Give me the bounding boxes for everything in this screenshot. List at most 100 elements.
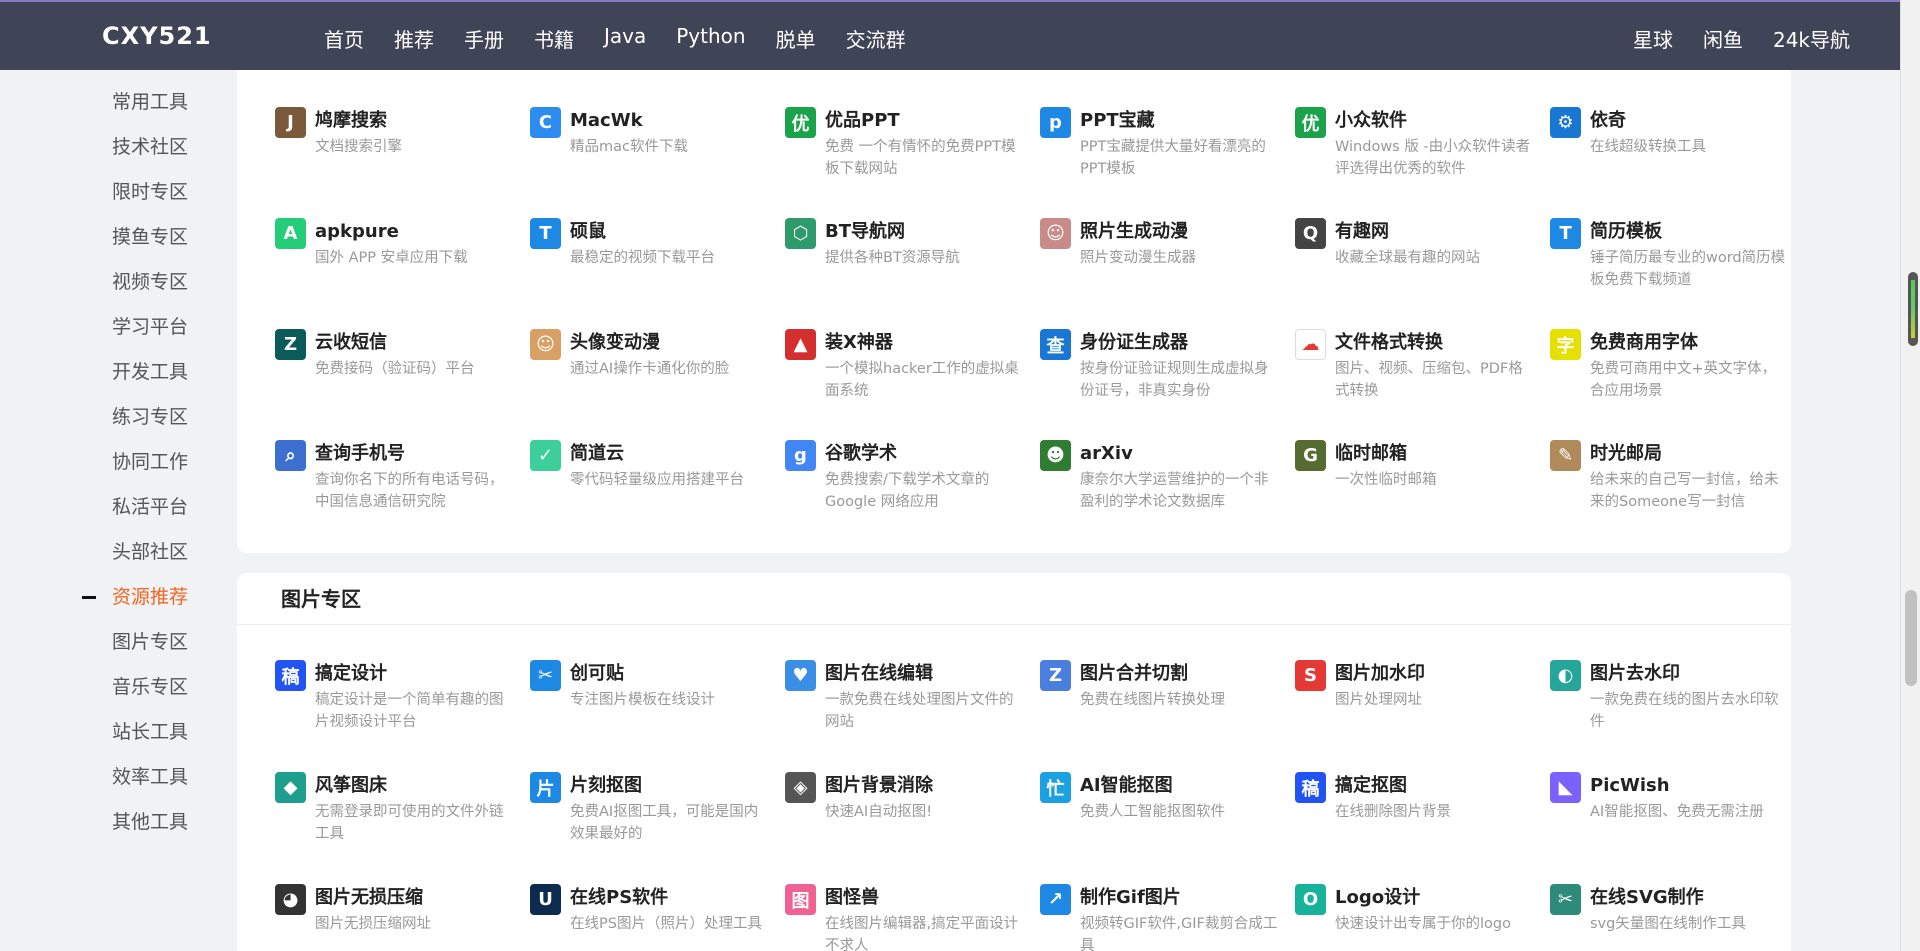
resource-card[interactable]: U 在线PS软件 在线PS图片（照片）处理工具 bbox=[530, 884, 785, 951]
resource-card[interactable]: ☁ 文件格式转换 图片、视频、压缩包、PDF格式转换 bbox=[1295, 329, 1550, 440]
resource-card[interactable]: Aapkpure 国外 APP 安卓应用下载 bbox=[275, 218, 530, 329]
resource-card[interactable]: Z 云收短信 免费接码（验证码）平台 bbox=[275, 329, 530, 440]
sidebar-item[interactable]: 效率工具 bbox=[0, 757, 200, 802]
resource-desc: 免费 一个有情怀的免费PPT模板下载网站 bbox=[825, 139, 1016, 177]
nav-item[interactable]: Python bbox=[676, 24, 745, 53]
resource-card[interactable]: 忙 AI智能抠图 免费人工智能抠图软件 bbox=[1040, 772, 1295, 884]
sidebar-item[interactable]: 限时专区 bbox=[0, 172, 200, 217]
resource-name: 图片在线编辑 bbox=[825, 663, 933, 684]
sidebar-item[interactable]: 视频专区 bbox=[0, 262, 200, 307]
resource-card[interactable]: G 临时邮箱 一次性临时邮箱 bbox=[1295, 440, 1550, 551]
sidebar-item[interactable]: 私活平台 bbox=[0, 487, 200, 532]
nav-item[interactable]: 交流群 bbox=[846, 24, 906, 53]
nav-item[interactable]: Java bbox=[604, 24, 646, 53]
resource-name: 谷歌学术 bbox=[825, 443, 897, 464]
nav-item[interactable]: 脱单 bbox=[776, 24, 816, 53]
resource-card[interactable]: ✎ 时光邮局 给未来的自己写一封信，给未来的Someone写一封信 bbox=[1550, 440, 1791, 551]
resource-text: 小众软件 Windows 版 -由小众软件读者评选得出优秀的软件 bbox=[1335, 107, 1535, 218]
resource-card[interactable]: 查身份证生成器 按身份证验证规则生成虚拟身份证号，非真实身份 bbox=[1040, 329, 1295, 440]
resource-card[interactable]: 稿搞定抠图 在线删除图片背景 bbox=[1295, 772, 1550, 884]
resource-card[interactable]: ⬡ BT导航网 提供各种BT资源导航 bbox=[785, 218, 1040, 329]
resource-name: 图片加水印 bbox=[1335, 663, 1425, 684]
resource-card[interactable]: 图图怪兽 在线图片编辑器,搞定平面设计不求人 bbox=[785, 884, 1040, 951]
nav-item[interactable]: 手册 bbox=[464, 24, 504, 53]
chuangkit-icon: ✂ bbox=[530, 660, 561, 691]
resource-text: 鸠摩搜索 文档搜索引擎 bbox=[315, 107, 515, 218]
nav-item[interactable]: 首页 bbox=[324, 24, 364, 53]
resource-card[interactable]: S 图片加水印 图片处理网址 bbox=[1295, 660, 1550, 772]
resource-card[interactable]: p PPT宝藏 PPT宝藏提供大量好看漂亮的PPT模板 bbox=[1040, 107, 1295, 218]
sidebar-item[interactable]: 技术社区 bbox=[0, 127, 200, 172]
resource-card[interactable]: ◆ 风筝图床 无需登录即可使用的文件外链工具 bbox=[275, 772, 530, 884]
resource-desc: 免费接码（验证码）平台 bbox=[315, 361, 475, 377]
resource-card[interactable]: ✓ 简道云 零代码轻量级应用搭建平台 bbox=[530, 440, 785, 551]
resource-card[interactable]: ✂ 在线SVG制作 svg矢量图在线制作工具 bbox=[1550, 884, 1791, 951]
resource-card[interactable]: ◈ 图片背景消除 快速AI自动抠图! bbox=[785, 772, 1040, 884]
resource-text: 照片生成动漫 照片变动漫生成器 bbox=[1080, 218, 1280, 329]
sidebar-item[interactable]: 协同工作 bbox=[0, 442, 200, 487]
resource-card[interactable]: 片片刻抠图 免费AI抠图工具，可能是国内效果最好的 bbox=[530, 772, 785, 884]
resource-card[interactable]: ◕ 图片无损压缩 图片无损压缩网址 bbox=[275, 884, 530, 951]
resource-card[interactable]: Z 图片合并切割 免费在线图片转换处理 bbox=[1040, 660, 1295, 772]
nav-item[interactable]: 推荐 bbox=[394, 24, 434, 53]
resource-name: 简历模板 bbox=[1590, 221, 1662, 242]
resource-desc: 最稳定的视频下载平台 bbox=[570, 250, 715, 266]
sidebar-item[interactable]: 练习专区 bbox=[0, 397, 200, 442]
sidebar-item[interactable]: 音乐专区 bbox=[0, 667, 200, 712]
sidebar-item[interactable]: 其他工具 bbox=[0, 802, 200, 847]
resource-text: 风筝图床 无需登录即可使用的文件外链工具 bbox=[315, 772, 515, 884]
resource-desc: 在线图片编辑器,搞定平面设计不求人 bbox=[825, 916, 1019, 951]
resource-card[interactable]: ↗ 制作Gif图片 视频转GIF软件,GIF裁剪合成工具 bbox=[1040, 884, 1295, 951]
resource-card[interactable]: ⌕ 查询手机号 查询你名下的所有电话号码，中国信息通信研究院 bbox=[275, 440, 530, 551]
resource-card[interactable]: O Logo设计 快速设计出专属于你的logo bbox=[1295, 884, 1550, 951]
resource-card[interactable]: ♥ 图片在线编辑 一款免费在线处理图片文件的网站 bbox=[785, 660, 1040, 772]
sidebar-item[interactable]: 常用工具 bbox=[0, 82, 200, 127]
resource-card[interactable]: 字免费商用字体 免费可商用中文+英文字体，合应用场景 bbox=[1550, 329, 1791, 440]
sidebar-item[interactable]: 资源推荐 bbox=[0, 577, 200, 622]
resource-desc: 免费搜索/下载学术文章的 Google 网络应用 bbox=[825, 472, 990, 510]
sidebar-item[interactable]: 头部社区 bbox=[0, 532, 200, 577]
resource-card[interactable]: 稿搞定设计 稿定设计是一个简单有趣的图片视频设计平台 bbox=[275, 660, 530, 772]
resource-card[interactable]: ⚙ 依奇 在线超级转换工具 bbox=[1550, 107, 1791, 218]
resource-card[interactable]: C MacWk 精品mac软件下载 bbox=[530, 107, 785, 218]
sidebar-item[interactable]: 开发工具 bbox=[0, 352, 200, 397]
resource-desc: 一个模拟hacker工作的虚拟桌面系统 bbox=[825, 361, 1019, 399]
sidebar-item[interactable]: 图片专区 bbox=[0, 622, 200, 667]
resource-card[interactable]: ▲ 装X神器 一个模拟hacker工作的虚拟桌面系统 bbox=[785, 329, 1040, 440]
resource-card[interactable]: Q 有趣网 收藏全球最有趣的网站 bbox=[1295, 218, 1550, 329]
resource-text: 在线SVG制作 svg矢量图在线制作工具 bbox=[1590, 884, 1790, 951]
resource-text: BT导航网 提供各种BT资源导航 bbox=[825, 218, 1025, 329]
scroll-thumb[interactable] bbox=[1905, 590, 1917, 686]
resource-card[interactable]: ☺ 头像变动漫 通过AI操作卡通化你的脸 bbox=[530, 329, 785, 440]
sidebar-item-label: 其他工具 bbox=[112, 811, 189, 833]
resource-desc: 快速AI自动抠图! bbox=[825, 804, 933, 820]
resource-card[interactable]: T 简历模板 锤子简历最专业的word简历模板免费下载频道 bbox=[1550, 218, 1791, 329]
resource-card[interactable]: ◐ 图片去水印 一款免费在线的图片去水印软件 bbox=[1550, 660, 1791, 772]
resource-card[interactable]: T 硕鼠 最稳定的视频下载平台 bbox=[530, 218, 785, 329]
resource-card[interactable]: 优小众软件 Windows 版 -由小众软件读者评选得出优秀的软件 bbox=[1295, 107, 1550, 218]
resource-card[interactable]: ☻ arXiv 康奈尔大学运营维护的一个非盈利的学术论文数据库 bbox=[1040, 440, 1295, 551]
sidebar-item[interactable]: 学习平台 bbox=[0, 307, 200, 352]
site-logo[interactable]: CXY521 bbox=[102, 22, 212, 50]
resources-grid: J 鸠摩搜索 文档搜索引擎 C MacWk 精品mac软件下载优优品PPT 免费 一个有情怀… bbox=[237, 70, 1791, 551]
resource-text: 云收短信 免费接码（验证码）平台 bbox=[315, 329, 515, 440]
resource-card[interactable]: ◣ PicWish AI智能抠图、免费无需注册 bbox=[1550, 772, 1791, 884]
nav-item-right[interactable]: 闲鱼 bbox=[1703, 24, 1743, 53]
tuguaishou-icon: 图 bbox=[785, 884, 816, 915]
avatar-anime-icon: ☺ bbox=[530, 329, 561, 360]
sidebar-item-label: 学习平台 bbox=[112, 316, 189, 338]
resource-text: AI智能抠图 免费人工智能抠图软件 bbox=[1080, 772, 1280, 884]
nav-item[interactable]: 书籍 bbox=[534, 24, 574, 53]
nav-item-right[interactable]: 24k导航 bbox=[1773, 24, 1850, 53]
resource-card[interactable]: J 鸠摩搜索 文档搜索引擎 bbox=[275, 107, 530, 218]
resource-name: 临时邮箱 bbox=[1335, 443, 1407, 464]
sidebar-item[interactable]: 摸鱼专区 bbox=[0, 217, 200, 262]
resource-card[interactable]: ☺ 照片生成动漫 照片变动漫生成器 bbox=[1040, 218, 1295, 329]
resource-card[interactable]: 优优品PPT 免费 一个有情怀的免费PPT模板下载网站 bbox=[785, 107, 1040, 218]
sidebar-item[interactable]: 站长工具 bbox=[0, 712, 200, 757]
resource-desc: 免费在线图片转换处理 bbox=[1080, 692, 1225, 708]
nav-item-right[interactable]: 星球 bbox=[1633, 24, 1673, 53]
resource-card[interactable]: g 谷歌学术 免费搜索/下载学术文章的 Google 网络应用 bbox=[785, 440, 1040, 551]
resource-card[interactable]: ✂ 创可贴 专注图片模板在线设计 bbox=[530, 660, 785, 772]
page-scrollbar[interactable] bbox=[1900, 0, 1920, 951]
